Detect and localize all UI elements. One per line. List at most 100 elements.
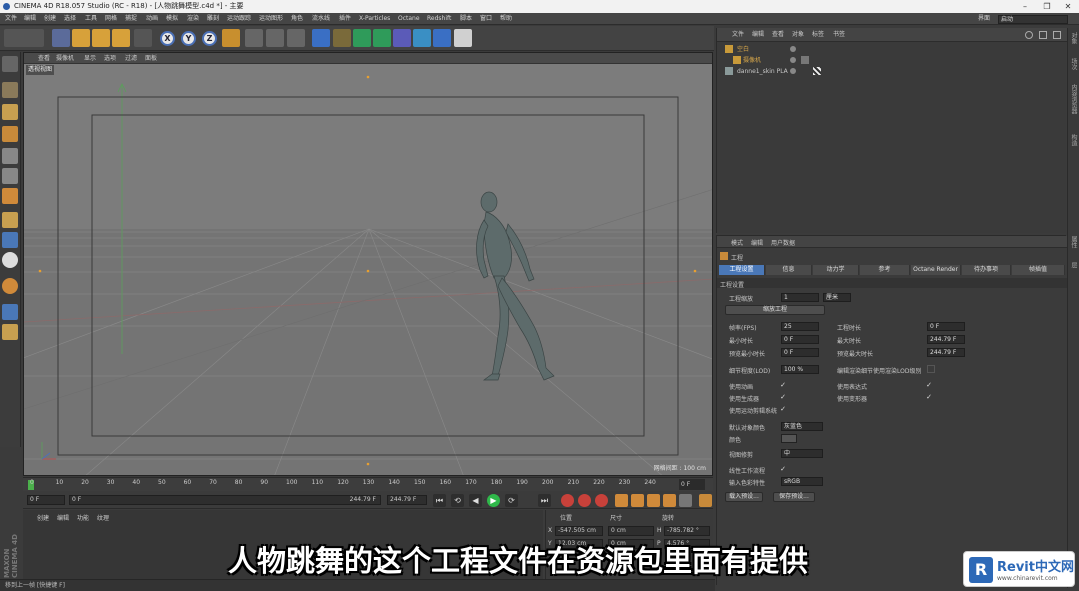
visibility-dots-icon[interactable] xyxy=(790,46,796,52)
previous-key-button[interactable]: ⟲ xyxy=(451,494,464,507)
render-view-icon[interactable] xyxy=(245,29,263,47)
array-icon[interactable] xyxy=(373,29,391,47)
save-preset-button[interactable]: 保存预设... xyxy=(773,492,815,502)
rotation-h-field[interactable]: -785.782 ° xyxy=(664,526,710,536)
snap-icon[interactable] xyxy=(2,252,18,268)
side-tab-attributes[interactable]: 属性 xyxy=(1069,236,1078,248)
menu-render[interactable]: 渲染 xyxy=(187,13,199,25)
texture-tag-icon[interactable] xyxy=(813,67,821,75)
menu-plugins[interactable]: 插件 xyxy=(339,13,351,25)
project-scale-field[interactable]: 1 xyxy=(781,293,819,302)
home-icon[interactable] xyxy=(1039,31,1047,39)
object-name[interactable]: 摄像机 xyxy=(743,55,761,66)
use-deformer-checkbox[interactable]: ✓ xyxy=(925,393,933,401)
go-to-start-button[interactable]: ⏮ xyxy=(433,494,446,507)
model-mode-icon[interactable] xyxy=(2,82,18,98)
tab-octane-render[interactable]: Octane Render xyxy=(911,265,961,275)
viewport-menu-cameras[interactable]: 摄像机 xyxy=(56,53,74,64)
use-expression-checkbox[interactable]: ✓ xyxy=(925,381,933,389)
menu-file[interactable]: 文件 xyxy=(5,13,17,25)
lod-field[interactable]: 100 % xyxy=(781,365,819,374)
floor-icon[interactable] xyxy=(413,29,431,47)
menu-octane[interactable]: Octane xyxy=(398,13,420,25)
maximize-button[interactable]: ❐ xyxy=(1036,0,1058,13)
tab-todo[interactable]: 待办事项 xyxy=(962,265,1011,275)
planar-workplane-icon[interactable] xyxy=(2,324,18,340)
material-menu-texture[interactable]: 纹理 xyxy=(97,513,109,522)
object-menu-file[interactable]: 文件 xyxy=(732,28,744,42)
tab-project-settings[interactable]: 工程设置 xyxy=(719,265,765,275)
scale-project-button[interactable]: 缩放工程 xyxy=(725,305,825,315)
project-scale-unit-select[interactable]: 厘米 xyxy=(823,293,851,302)
key-parameter-icon[interactable] xyxy=(663,494,676,507)
object-menu-edit[interactable]: 编辑 xyxy=(752,28,764,42)
input-color-select[interactable]: sRGB xyxy=(781,477,823,486)
menu-animate[interactable]: 动画 xyxy=(146,13,158,25)
menu-simulate[interactable]: 模拟 xyxy=(166,13,178,25)
preview-max-field[interactable]: 244.79 F xyxy=(927,348,965,357)
timeline-end-field[interactable]: 0 F xyxy=(679,479,705,490)
render-picture-viewer-icon[interactable] xyxy=(266,29,284,47)
menu-mesh[interactable]: 网格 xyxy=(105,13,117,25)
menu-pipeline[interactable]: 流水线 xyxy=(312,13,330,25)
min-time-field[interactable]: 0 F xyxy=(781,335,819,344)
x-axis-lock-icon[interactable]: X xyxy=(160,31,175,46)
size-x-field[interactable]: 0 cm xyxy=(608,526,654,536)
tab-reference[interactable]: 参考 xyxy=(860,265,910,275)
subdivision-icon[interactable] xyxy=(353,29,371,47)
object-menu-view[interactable]: 查看 xyxy=(772,28,784,42)
color-swatch[interactable] xyxy=(781,434,797,443)
viewport-menu-view[interactable]: 查看 xyxy=(38,53,50,64)
use-generator-checkbox[interactable]: ✓ xyxy=(779,393,787,401)
load-preset-button[interactable]: 载入预设... xyxy=(725,492,763,502)
texture-mode-icon[interactable] xyxy=(2,104,18,120)
tab-frame-interpolation[interactable]: 帧插值 xyxy=(1012,265,1065,275)
menu-edit[interactable]: 编辑 xyxy=(24,13,36,25)
cube-icon[interactable] xyxy=(312,29,330,47)
tweak-mode-icon[interactable] xyxy=(2,232,18,248)
coordinate-system-icon[interactable] xyxy=(222,29,240,47)
menu-motion-tracking[interactable]: 运动跟踪 xyxy=(227,13,251,25)
linear-workflow-checkbox[interactable]: ✓ xyxy=(779,465,787,473)
side-tab-takes[interactable]: 场次 xyxy=(1069,58,1078,70)
workplane-lock-icon[interactable] xyxy=(2,278,18,294)
attr-menu-userdata[interactable]: 用户数据 xyxy=(771,238,795,247)
object-menu-tags[interactable]: 标签 xyxy=(812,28,824,42)
max-time-field[interactable]: 244.79 F xyxy=(927,335,965,344)
camera-tag-icon[interactable] xyxy=(801,56,809,64)
new-window-icon[interactable] xyxy=(1053,31,1061,39)
light-icon[interactable] xyxy=(454,29,472,47)
deformer-icon[interactable] xyxy=(393,29,411,47)
scale-icon[interactable] xyxy=(92,29,110,47)
menu-xparticles[interactable]: X-Particles xyxy=(359,13,390,25)
viewport-menu-options[interactable]: 选项 xyxy=(104,53,116,64)
pen-spline-icon[interactable] xyxy=(333,29,351,47)
position-x-field[interactable]: -547.505 cm xyxy=(555,526,603,536)
play-button[interactable]: ▶ xyxy=(487,494,500,507)
object-row-camera[interactable]: 摄像机 xyxy=(717,55,1067,66)
attr-menu-edit[interactable]: 编辑 xyxy=(751,238,763,247)
menu-redshift[interactable]: Redshift xyxy=(427,13,451,25)
move-icon[interactable] xyxy=(72,29,90,47)
view-clip-select[interactable]: 中 xyxy=(781,449,823,458)
rotate-icon[interactable] xyxy=(112,29,130,47)
object-name[interactable]: 空白 xyxy=(737,44,749,55)
axis-mode-icon[interactable] xyxy=(2,212,18,228)
key-position-icon[interactable] xyxy=(615,494,628,507)
use-animation-checkbox[interactable]: ✓ xyxy=(779,381,787,389)
side-tab-objects[interactable]: 对象 xyxy=(1069,32,1078,44)
key-rotation-icon[interactable] xyxy=(647,494,660,507)
edges-mode-icon[interactable] xyxy=(2,168,18,184)
start-frame-field[interactable]: 0 F xyxy=(27,495,65,505)
range-slider[interactable]: 0 F 244.79 F xyxy=(69,495,381,505)
object-row-null[interactable]: 空白 xyxy=(717,44,1067,55)
menu-script[interactable]: 脚本 xyxy=(460,13,472,25)
auto-key-icon[interactable] xyxy=(578,494,591,507)
menu-help[interactable]: 帮助 xyxy=(500,13,512,25)
polygons-mode-icon[interactable] xyxy=(2,188,18,204)
object-menu-objects[interactable]: 对象 xyxy=(792,28,804,42)
layout-select[interactable]: 启动 xyxy=(998,15,1068,24)
material-menu-edit[interactable]: 编辑 xyxy=(57,513,69,522)
key-pla-icon[interactable] xyxy=(679,494,692,507)
menu-tools[interactable]: 工具 xyxy=(85,13,97,25)
